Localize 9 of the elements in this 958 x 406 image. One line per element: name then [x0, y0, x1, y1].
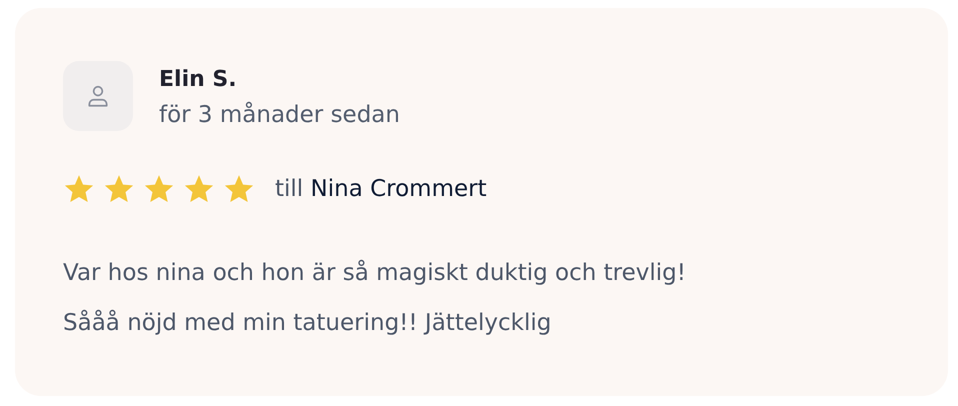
author-name: Elin S. [159, 66, 238, 94]
review-time: för 3 månader sedan [159, 100, 400, 130]
star-icon [103, 174, 135, 204]
recipient-label: till Nina Crommert [275, 176, 487, 202]
star-icon [223, 174, 255, 204]
star-icon [63, 174, 95, 204]
star-icon [143, 174, 175, 204]
star-icon [183, 174, 215, 204]
review-text: Var hos nina och hon är så magiskt duktig och trevlig! Sååå nöjd med min tatuering!! Jättelycklig [63, 258, 687, 338]
